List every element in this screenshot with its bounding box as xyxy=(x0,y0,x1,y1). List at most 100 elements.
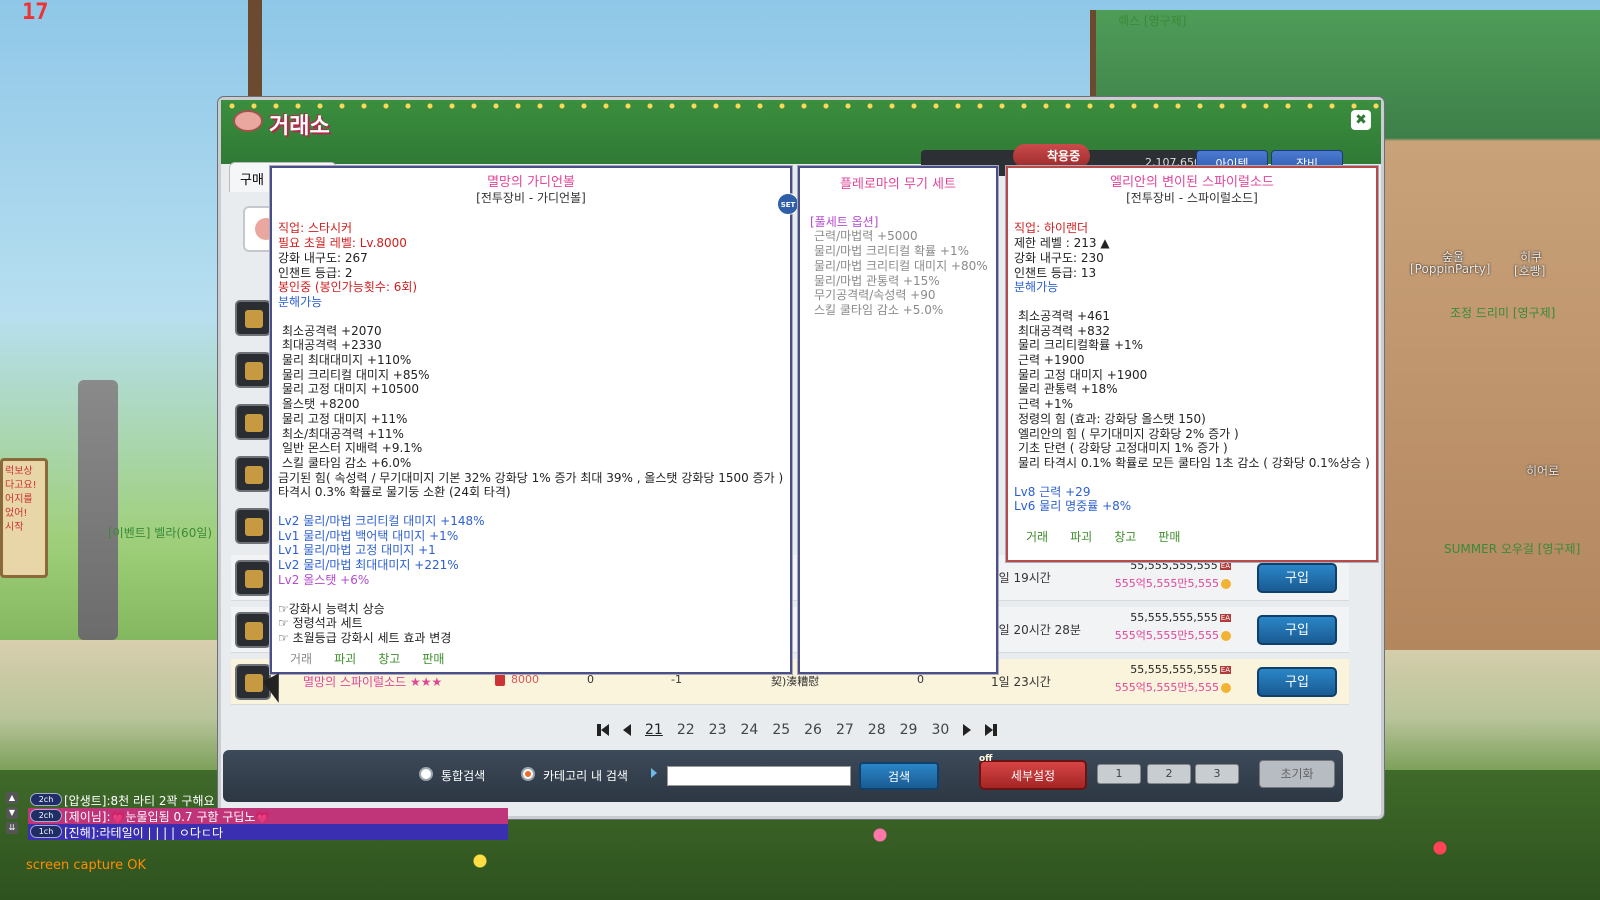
detail-settings-button[interactable]: 세부설정 xyxy=(979,760,1087,790)
tooltip-dismantle: 분해가능 xyxy=(278,294,323,309)
preset-button-3[interactable]: 3 xyxy=(1195,764,1239,784)
listing-col2: -1 xyxy=(671,673,682,686)
search-button[interactable]: 검색 xyxy=(859,762,939,790)
prev-page-icon[interactable] xyxy=(623,724,631,736)
tooltip-action-sell[interactable]: 판매 xyxy=(422,652,444,667)
chat-log: 2ch [압생트]:8천 라티 2꽉 구해요 2ch [제이님]:💗눈물입됨 0.7… xyxy=(28,792,508,840)
tooltip-note: ☞강화시 능력치 상승 xyxy=(278,601,385,616)
tooltip-action-trade[interactable]: 거래 xyxy=(1026,530,1048,545)
page-link[interactable]: 30 xyxy=(931,722,949,738)
tooltip-lv-option: Lv6 물리 명중률 +8% xyxy=(1014,499,1132,514)
first-page-icon[interactable] xyxy=(601,724,609,736)
lamp-post xyxy=(78,380,118,640)
tooltip-lv-option: Lv1 물리/마법 백어택 대미지 +1% xyxy=(278,528,459,543)
close-button[interactable]: ✖ xyxy=(1351,110,1371,130)
tooltip-action-storage[interactable]: 창고 xyxy=(378,652,400,667)
coin-icon xyxy=(1221,631,1231,641)
search-input[interactable] xyxy=(667,766,851,786)
set-tooltip: 플레로마의 무기 세트 [풀세트 옵션] 근력/마법력 +5000 물리/마법 … xyxy=(798,166,998,674)
last-page-icon[interactable] xyxy=(985,724,994,736)
buy-button[interactable]: 구입 xyxy=(1257,667,1337,697)
page-link[interactable]: 25 xyxy=(772,722,790,738)
page-link[interactable]: 28 xyxy=(868,722,886,738)
chat-line[interactable]: 2ch [제이님]:💗눈물입됨 0.7 구함 구딥노💗 xyxy=(28,808,508,824)
item-slot-icon[interactable] xyxy=(235,456,271,492)
radio-all-search[interactable] xyxy=(419,767,433,781)
npc-name-label[interactable]: 조정 드리미 [영구제] xyxy=(1450,304,1555,321)
tooltip-lv-option: Lv8 근력 +29 xyxy=(1014,484,1091,499)
npc-name-label[interactable]: SUMMER 오우걸 [영구제] xyxy=(1444,540,1580,557)
set-option: 무기공격력/속성력 +90 xyxy=(814,288,936,303)
item-slot-icon[interactable] xyxy=(235,404,271,440)
listing-time: 1일 23시간 xyxy=(991,675,1051,689)
npc-guild-label: [PoppinParty] xyxy=(1410,262,1491,276)
page-link[interactable]: 21 xyxy=(645,722,663,738)
tooltip-durability: 강화 내구도: 230 xyxy=(1014,250,1104,265)
item-slot-icon[interactable] xyxy=(235,508,271,544)
page-link[interactable]: 22 xyxy=(677,722,695,738)
chat-line[interactable]: 1ch [진해]:라테일이 | | | | ㅇ다ㄷ다 xyxy=(28,824,508,840)
tooltip-subtitle: [전투장비 - 스파이럴소드] xyxy=(1126,190,1258,205)
tooltip-stat: 최소/최대공격력 +11% xyxy=(282,426,404,441)
listing-time: 1일 20시간 28분 xyxy=(991,623,1081,637)
chat-scroll-bottom-icon[interactable]: ⇊ xyxy=(6,822,18,834)
tooltip-action-destroy[interactable]: 파괴 xyxy=(1070,530,1092,545)
chat-scroll-down-icon[interactable]: ▼ xyxy=(6,807,18,819)
set-tooltip-title: 플레로마의 무기 세트 xyxy=(840,177,956,192)
tooltip-job: 직업: 하이랜더 xyxy=(1014,221,1089,236)
tooltip-stat: 물리 타격시 0.1% 확률로 모든 쿨타임 1초 감소 ( 강화당 0.1%상… xyxy=(1018,455,1370,470)
next-page-icon[interactable] xyxy=(963,724,972,736)
page-link[interactable]: 23 xyxy=(709,722,727,738)
listing-price: 55,555,555,555 EA xyxy=(1130,663,1231,676)
item-slot-icon[interactable] xyxy=(235,352,271,388)
npc-name-label[interactable]: 히어로 xyxy=(1526,462,1559,479)
listing-col3: 0 xyxy=(917,673,924,686)
channel-badge: 1ch xyxy=(30,825,62,838)
preset-button-1[interactable]: 1 xyxy=(1097,764,1141,784)
coin-icon xyxy=(1221,579,1231,589)
tooltip-note: ☞ 초월등급 강화시 세트 효과 변경 xyxy=(278,630,452,645)
listing-item-name: 멸망의 스파이럴소드 ★★★ xyxy=(303,675,443,689)
string-lights xyxy=(221,102,1381,110)
set-option: 물리/마법 크리티컬 확률 +1% xyxy=(814,244,969,259)
buy-button[interactable]: 구입 xyxy=(1257,615,1337,645)
tooltip-action-storage[interactable]: 창고 xyxy=(1114,530,1136,545)
radio-category-search[interactable] xyxy=(521,767,535,781)
page-link[interactable]: 29 xyxy=(900,722,918,738)
set-option: 물리/마법 크리티컬 대미지 +80% xyxy=(814,258,988,273)
tooltip-stat: 최대공격력 +2330 xyxy=(282,338,382,353)
tooltip-special: 타격시 0.3% 확률로 물기둥 소환 (24회 타격) xyxy=(278,485,511,500)
buy-button[interactable]: 구입 xyxy=(1257,563,1337,593)
radio-category-label: 카테고리 내 검색 xyxy=(543,769,628,783)
tooltip-stat: 물리 크리티컬 대미지 +85% xyxy=(282,367,430,382)
tooltip-actions: 거래 파괴 창고 판매 xyxy=(1014,530,1370,545)
tooltip-enchant: 인챈트 등급: 13 xyxy=(1014,265,1097,280)
reset-button[interactable]: 초기화 xyxy=(1259,760,1335,788)
chat-line[interactable]: 2ch [압생트]:8천 라티 2꽉 구해요 xyxy=(28,792,508,808)
page-link[interactable]: 26 xyxy=(804,722,822,738)
tooltip-stat: 최소공격력 +461 xyxy=(1018,308,1110,323)
npc-name-label[interactable]: 렉스 [영구제] xyxy=(1118,12,1186,29)
page-link[interactable]: 24 xyxy=(740,722,758,738)
tooltip-stat: 기초 단련 ( 강화당 고정대미지 1% 증가 ) xyxy=(1018,441,1228,456)
tooltip-stat: 물리 최대대미지 +110% xyxy=(282,353,412,368)
tooltip-stat: 엘리안의 힘 ( 무기대미지 강화당 2% 증가 ) xyxy=(1018,426,1239,441)
tooltip-action-destroy[interactable]: 파괴 xyxy=(334,652,356,667)
tooltip-action-trade[interactable]: 거래 xyxy=(290,652,312,667)
chat-scroll-up-icon[interactable]: ▲ xyxy=(6,792,18,804)
listing-time: 1일 19시간 xyxy=(991,571,1051,585)
tooltip-stat: 물리 고정 대미지 +1900 xyxy=(1018,367,1148,382)
radio-all-label: 통합검색 xyxy=(441,769,486,783)
page-link[interactable]: 27 xyxy=(836,722,854,738)
npc-name-label[interactable]: [이벤트] 벨라(60일) xyxy=(108,524,212,541)
item-slot-icon[interactable] xyxy=(235,300,271,336)
tooltip-special: 금기된 힘( 속성력 / 무기대미지 기본 32% 강화당 1% 증가 최대 3… xyxy=(278,470,784,485)
tooltip-action-sell[interactable]: 판매 xyxy=(1158,530,1180,545)
off-tag: off xyxy=(979,754,993,764)
preset-button-2[interactable]: 2 xyxy=(1147,764,1191,784)
set-option: 스킬 쿨타임 감소 +5.0% xyxy=(814,302,944,317)
coin-icon xyxy=(1221,683,1231,693)
capture-status: screen capture OK xyxy=(26,858,146,873)
tooltip-enchant: 인챈트 등급: 2 xyxy=(278,265,353,280)
equipped-item-tooltip: 엘리안의 변이된 스파이럴소드 [전투장비 - 스파이럴소드] 직업: 하이랜더… xyxy=(1006,166,1378,562)
